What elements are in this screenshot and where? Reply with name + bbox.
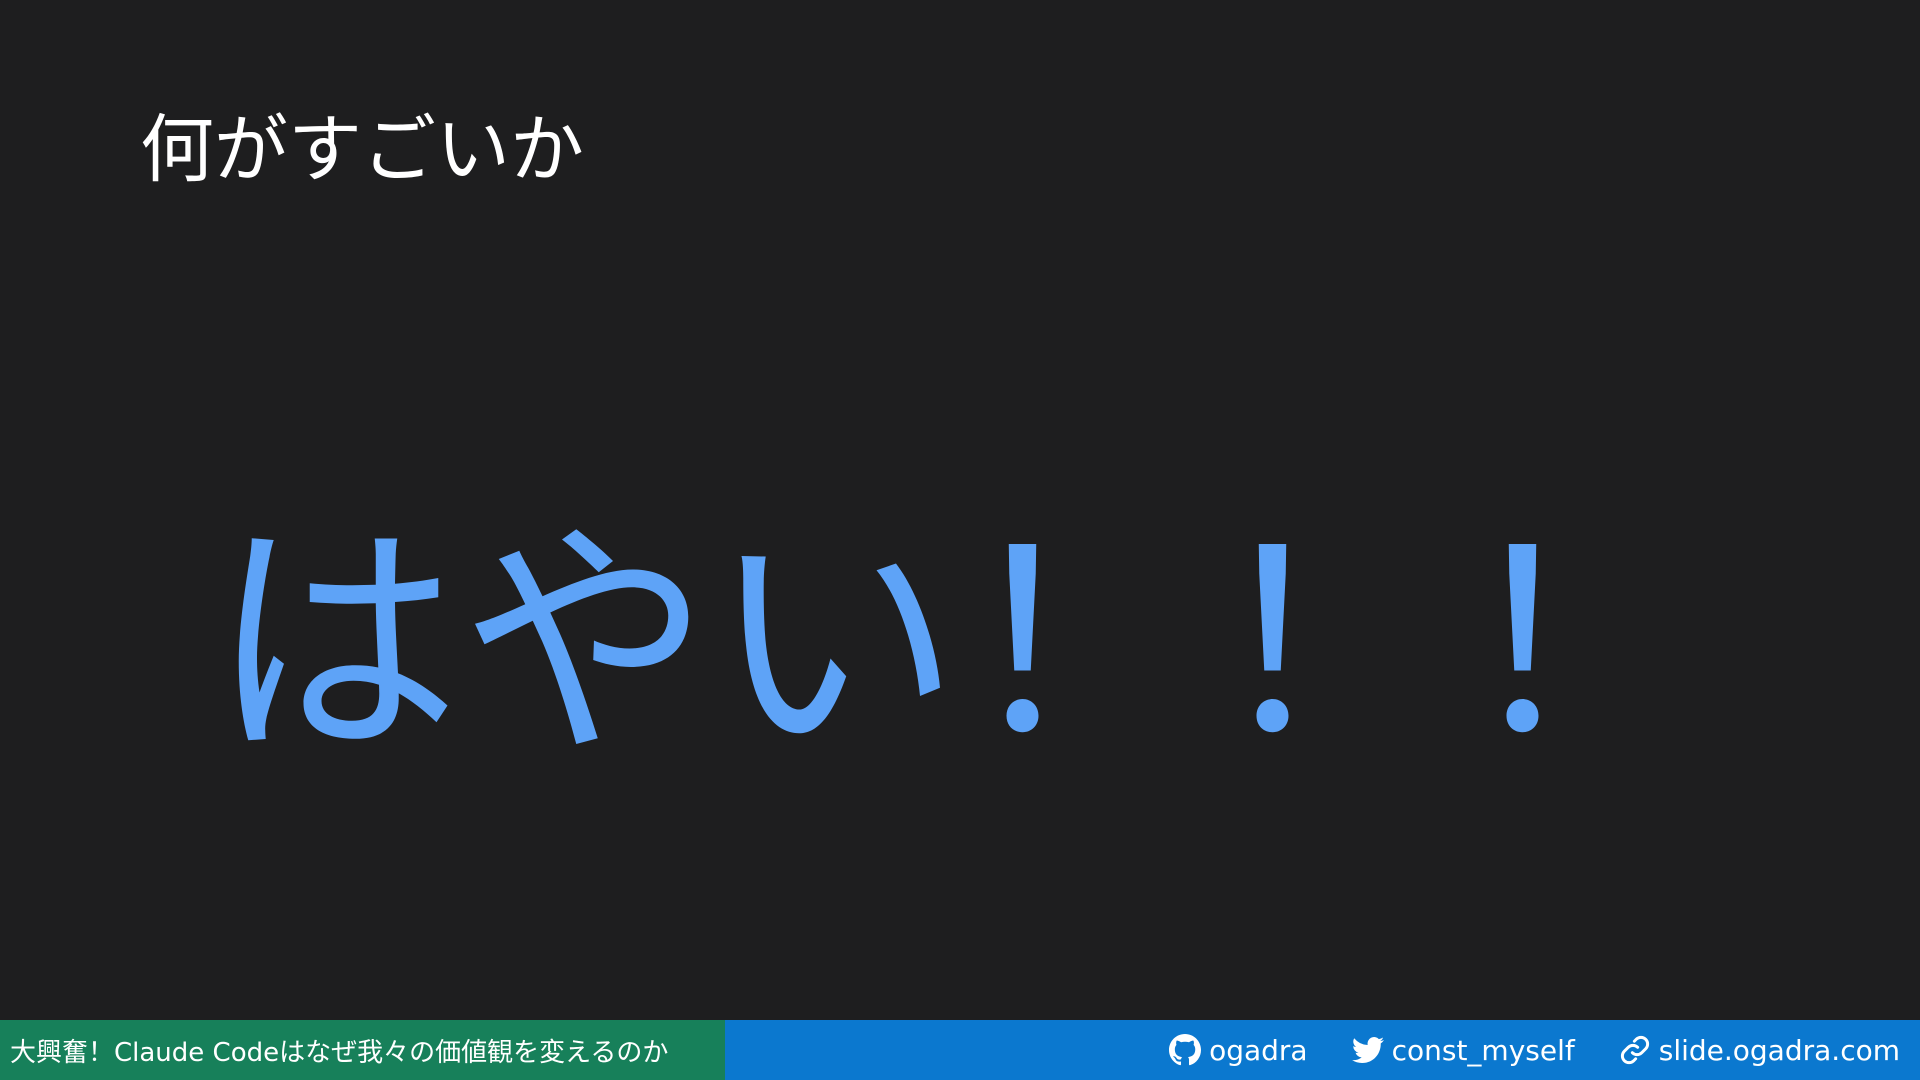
footer-link-twitter[interactable]: const_myself (1351, 1033, 1575, 1067)
footer-bar: 大興奮！Claude Codeはなぜ我々の価値観を変えるのか ogadra co… (0, 1020, 1920, 1080)
slide-headline: はやい！！！ (210, 499, 1710, 790)
github-icon (1169, 1034, 1202, 1066)
footer-deck-title: 大興奮！Claude Codeはなぜ我々の価値観を変えるのか (0, 1020, 725, 1080)
footer-links: ogadra const_myself slide.ogadra.com (1125, 1034, 1920, 1067)
footer-link-github[interactable]: ogadra (1169, 1034, 1308, 1067)
footer-link-label: slide.ogadra.com (1658, 1033, 1900, 1067)
link-icon (1620, 1035, 1649, 1065)
twitter-icon (1351, 1037, 1384, 1063)
footer-link-label: const_myself (1391, 1033, 1575, 1067)
slide-title: 何がすごいか (140, 107, 584, 193)
footer-link-label: ogadra (1209, 1033, 1308, 1067)
footer-link-website[interactable]: slide.ogadra.com (1619, 1034, 1900, 1067)
slide: 何がすごいか はやい！！！ 大興奮！Claude Codeはなぜ我々の価値観を変… (0, 0, 1920, 1080)
